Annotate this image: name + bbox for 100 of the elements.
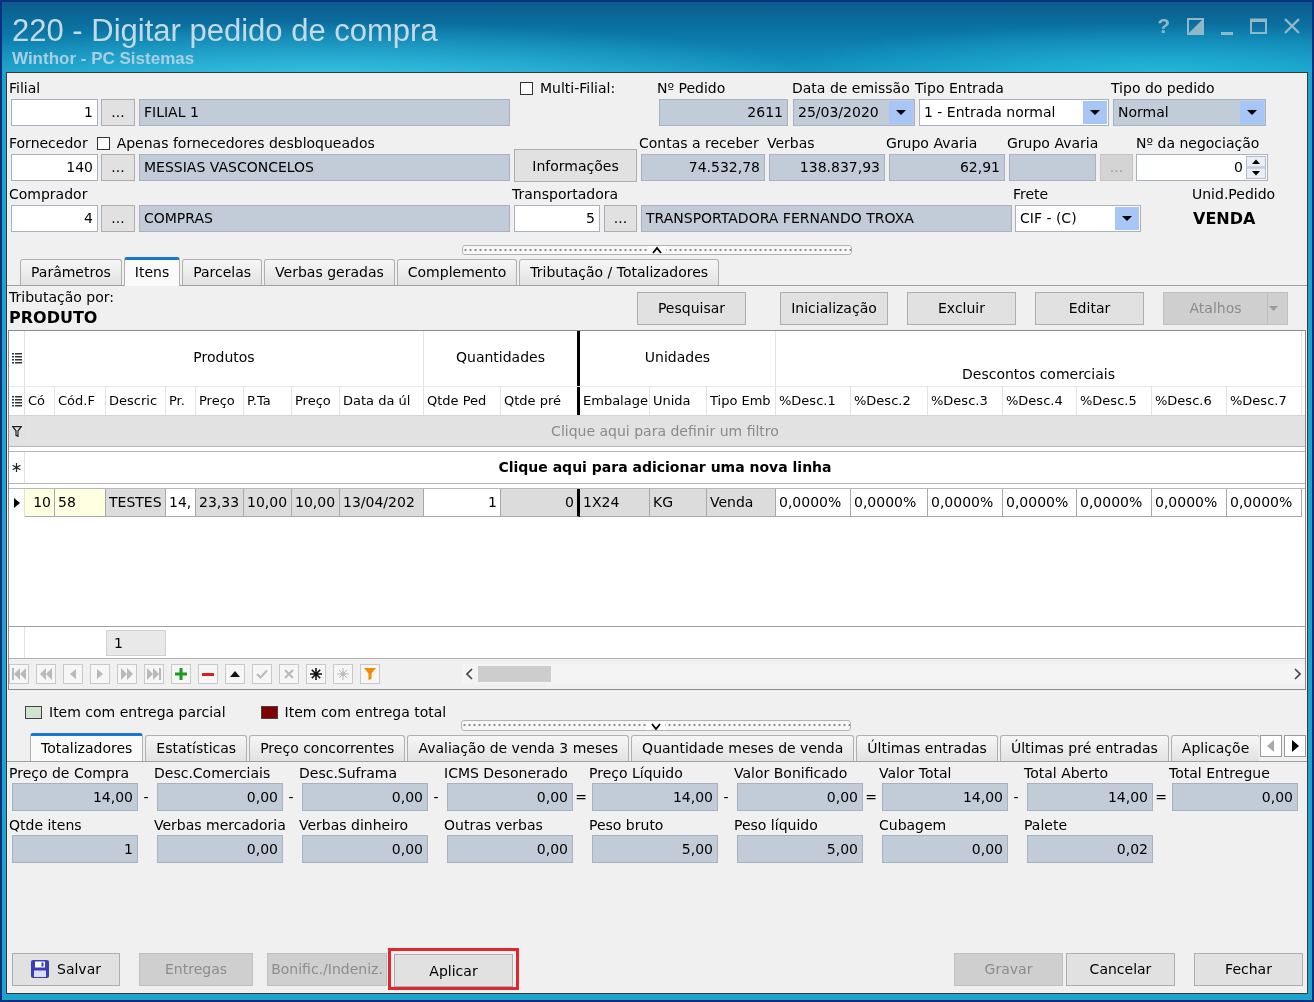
table-cell: 10,00: [244, 489, 292, 517]
lookup-button[interactable]: ...: [604, 205, 637, 232]
input-field[interactable]: 2611: [659, 99, 788, 126]
input-field[interactable]: 1: [11, 99, 98, 126]
input-field[interactable]: TRANSPORTADORA FERNANDO TROXA: [641, 205, 1012, 232]
splitter-handle[interactable]: [461, 720, 851, 731]
lookup-button[interactable]: ...: [101, 205, 135, 232]
input-field[interactable]: 62,91: [889, 154, 1005, 181]
table-cell: 0,0000%: [1227, 489, 1302, 517]
input-field[interactable]: COMPRAS: [139, 205, 510, 232]
footer-button[interactable]: Aplicar: [394, 954, 513, 987]
tab[interactable]: Parcelas: [182, 259, 263, 285]
checkbox[interactable]: [96, 136, 110, 150]
table-cell: KG: [650, 489, 707, 517]
scroll-left-icon[interactable]: [466, 668, 473, 680]
scroll-right-icon[interactable]: [1284, 735, 1306, 757]
window-title: 220 - Digitar pedido de compra: [12, 13, 438, 49]
lookup-button[interactable]: ...: [101, 99, 135, 126]
input-field[interactable]: MESSIAS VASCONCELOS: [139, 154, 510, 181]
field-label: Preço de Compra: [9, 765, 131, 781]
column-header[interactable]: %Desc.5: [1077, 387, 1152, 415]
dropdown[interactable]: 1 - Entrada normal: [919, 99, 1109, 126]
tab[interactable]: Verbas geradas: [264, 259, 395, 285]
tab[interactable]: Tributação / Totalizadores: [519, 259, 720, 285]
input-field[interactable]: 74.532,78: [641, 154, 765, 181]
column-header[interactable]: Tipo Emb: [707, 387, 776, 415]
close-icon[interactable]: [1284, 18, 1300, 34]
horizontal-scrollbar[interactable]: [462, 664, 1305, 684]
navigator-button[interactable]: [306, 664, 326, 684]
column-header[interactable]: Preço: [196, 387, 244, 415]
toolbar-button[interactable]: Excluir: [907, 291, 1016, 325]
tab[interactable]: Preço concorrentes: [249, 735, 406, 761]
column-header[interactable]: %Desc.6: [1152, 387, 1227, 415]
column-header[interactable]: Có: [25, 387, 55, 415]
tab[interactable]: Últimas pré entradas: [999, 735, 1169, 761]
navigator-button[interactable]: [225, 664, 245, 684]
tab[interactable]: Avaliação de venda 3 meses: [407, 735, 630, 761]
tab[interactable]: Totalizadores: [30, 733, 144, 761]
maximize-icon[interactable]: [1250, 18, 1267, 34]
toolbar-button[interactable]: Pesquisar: [637, 291, 746, 325]
input-field[interactable]: 4: [11, 205, 98, 232]
tab[interactable]: Parâmetros: [20, 259, 122, 285]
column-header[interactable]: %Desc.7: [1227, 387, 1302, 415]
tab[interactable]: Últimas entradas: [856, 735, 998, 761]
tab[interactable]: Itens: [123, 257, 181, 286]
previous-record-icon: [70, 669, 76, 679]
tab[interactable]: Estatísticas: [145, 735, 248, 761]
spinner-arrows-icon[interactable]: [1246, 156, 1266, 179]
column-chooser-icon[interactable]: [11, 395, 22, 407]
tab[interactable]: Aplicaçõe: [1170, 735, 1259, 761]
column-header[interactable]: Preço: [292, 387, 340, 415]
action-button[interactable]: Informações: [514, 149, 637, 182]
input-field[interactable]: 5: [514, 205, 600, 232]
lookup-button[interactable]: ...: [101, 154, 135, 181]
value-field: 0,00: [302, 835, 428, 863]
half-filled-square-icon[interactable]: [1187, 17, 1204, 35]
footer-button[interactable]: Salvar: [12, 952, 120, 986]
input-field[interactable]: FILIAL 1: [139, 99, 510, 126]
input-field[interactable]: [1009, 154, 1096, 181]
caret-down-icon[interactable]: [647, 721, 665, 730]
checkbox[interactable]: [520, 81, 533, 95]
column-header[interactable]: Data da úl: [340, 387, 424, 415]
input-field[interactable]: 138.837,93: [769, 154, 885, 181]
operator-sign: =: [1154, 788, 1168, 807]
column-header[interactable]: Qtde Ped: [424, 387, 501, 415]
caret-up-icon[interactable]: [648, 246, 666, 254]
dropdown[interactable]: Normal: [1113, 99, 1266, 126]
tab[interactable]: Complemento: [396, 259, 518, 285]
field-label: Filial: [9, 80, 41, 96]
filter-icon: [364, 668, 376, 680]
table-cell: 13/04/202: [340, 489, 424, 517]
taxation-label: Tributação por:: [9, 289, 114, 305]
column-header[interactable]: %Desc.1: [776, 387, 851, 415]
table-cell: Venda: [707, 489, 776, 517]
column-header[interactable]: Pr.: [166, 387, 196, 415]
column-header[interactable]: %Desc.4: [1003, 387, 1077, 415]
column-header[interactable]: %Desc.3: [928, 387, 1003, 415]
column-chooser-icon[interactable]: [11, 353, 22, 364]
column-header[interactable]: Descric: [106, 387, 166, 415]
splitter-handle[interactable]: [462, 245, 852, 255]
field-label: Preço Líquido: [589, 765, 684, 781]
dropdown[interactable]: CIF - (C): [1015, 205, 1141, 232]
new-row-prompt[interactable]: Clique aqui para adicionar uma nova linha: [25, 452, 1305, 483]
column-header[interactable]: Embalage: [580, 387, 650, 415]
column-header[interactable]: Unida: [650, 387, 707, 415]
dropdown[interactable]: 25/03/2020: [793, 99, 915, 126]
tab[interactable]: Quantidade meses de venda: [631, 735, 855, 761]
footer-button[interactable]: Fechar: [1194, 952, 1303, 986]
column-header[interactable]: Cód.F: [55, 387, 106, 415]
scroll-right-icon[interactable]: [1294, 668, 1301, 680]
first-record-icon: [12, 668, 26, 680]
input-field[interactable]: 140: [11, 154, 98, 181]
toolbar-button[interactable]: Inicialização: [780, 291, 888, 325]
table-cell: 58: [55, 489, 106, 517]
column-header[interactable]: P.Ta: [244, 387, 292, 415]
spin-field[interactable]: 0: [1136, 154, 1268, 181]
footer-button[interactable]: Cancelar: [1066, 952, 1175, 986]
column-header[interactable]: %Desc.2: [851, 387, 928, 415]
toolbar-button[interactable]: Editar: [1035, 291, 1144, 325]
scroll-thumb[interactable]: [478, 666, 551, 682]
